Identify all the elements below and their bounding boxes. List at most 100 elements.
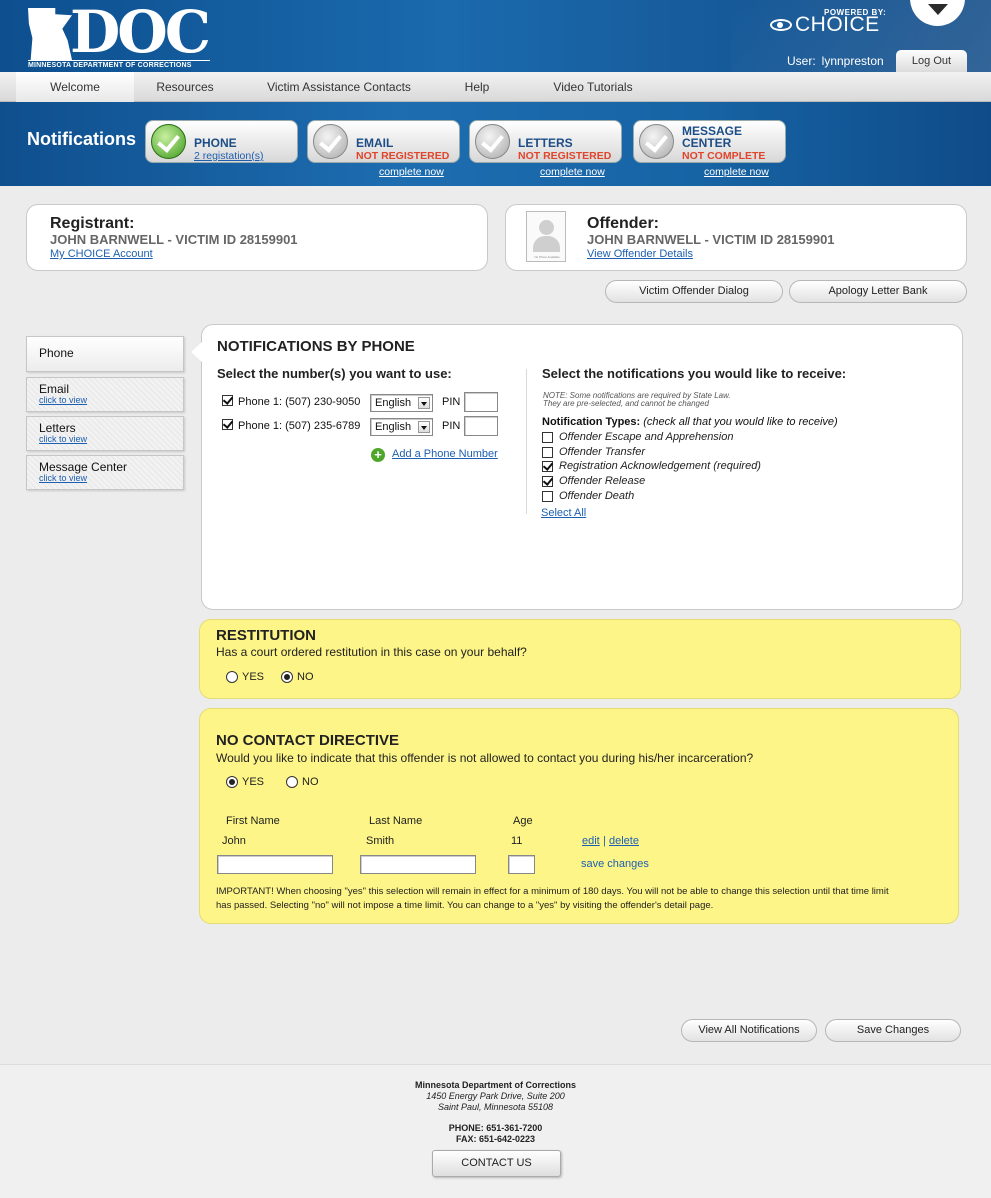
phone-1-label: Phone 1: (507) 230-9050 [238, 396, 361, 408]
step-letters[interactable]: LETTERS NOT REGISTERED [469, 120, 622, 163]
offender-photo: No Photo Available [526, 211, 566, 262]
main-nav: Welcome Resources Victim Assistance Cont… [0, 72, 991, 102]
registrant-card: Registrant: JOHN BARNWELL - VICTIM ID 28… [26, 204, 488, 271]
view-offender-details-link[interactable]: View Offender Details [587, 248, 693, 260]
col-first-name: First Name [226, 815, 280, 827]
restitution-yes-radio[interactable] [226, 671, 238, 683]
victim-offender-dialog-button[interactable]: Victim Offender Dialog [605, 280, 783, 303]
sidebar-item-phone[interactable]: Phone [26, 336, 184, 372]
no-contact-yes-radio[interactable] [226, 776, 238, 788]
phone-1-pin-input[interactable] [464, 392, 498, 412]
email-complete-now-link[interactable]: complete now [379, 166, 444, 178]
no-contact-yes-label: YES [242, 776, 265, 788]
step-message-center-label-line2: CENTER [682, 136, 732, 150]
nav-item-video-tutorials[interactable]: Video Tutorials [543, 72, 643, 102]
user-label: User: [787, 54, 816, 68]
language-value: English [375, 421, 412, 433]
notification-types-heading: Notification Types: (check all that you … [542, 416, 838, 428]
edit-link[interactable]: edit [582, 835, 600, 847]
sidebar-item-link[interactable]: click to view [39, 395, 87, 405]
phone-2-pin-label: PIN [442, 420, 461, 432]
select-all-link[interactable]: Select All [541, 507, 586, 519]
nav-item-welcome[interactable]: Welcome [16, 72, 134, 102]
col-age: Age [513, 815, 533, 827]
notifications-title: Notifications [27, 129, 137, 149]
notification-types-label: Notification Types: [542, 416, 641, 428]
footer-fax: FAX: 651-642-0223 [455, 1134, 536, 1144]
age-input[interactable] [508, 855, 535, 874]
restitution-yes-label: YES [242, 671, 265, 683]
notifications-bar: Notifications PHONE 2 registation(s) EMA… [0, 102, 991, 186]
row-last-name: Smith [366, 835, 395, 847]
delete-link[interactable]: delete [609, 835, 639, 847]
type-transfer-checkbox[interactable] [542, 447, 553, 458]
logout-button[interactable]: Log Out [896, 50, 967, 72]
apology-letter-bank-button[interactable]: Apology Letter Bank [789, 280, 967, 303]
message-center-complete-now-link[interactable]: complete now [704, 166, 769, 178]
restitution-title: RESTITUTION [216, 627, 316, 644]
row-age: 11 [511, 835, 523, 847]
type-escape-checkbox[interactable] [542, 432, 553, 443]
no-contact-no-radio[interactable] [286, 776, 298, 788]
first-name-input[interactable] [217, 855, 333, 874]
step-phone-registrations-link[interactable]: 2 registation(s) [194, 150, 263, 162]
phone-1-checkbox[interactable] [222, 395, 233, 406]
my-choice-account-link[interactable]: My CHOICE Account [50, 248, 153, 260]
view-all-notifications-button[interactable]: View All Notifications [681, 1019, 817, 1042]
type-death-checkbox[interactable] [542, 491, 553, 502]
check-incomplete-icon [475, 124, 510, 159]
add-icon[interactable]: + [371, 448, 385, 462]
no-contact-question: Would you like to indicate that this off… [216, 751, 754, 765]
step-email-status: NOT REGISTERED [356, 150, 450, 162]
user-name: lynnpreston [821, 54, 884, 68]
step-phone-label: PHONE [194, 136, 237, 150]
phone-2-language-select[interactable]: English [370, 418, 433, 436]
phone-1-language-select[interactable]: English [370, 394, 433, 412]
doc-logo[interactable]: DOC MINNESOTA DEPARTMENT OF CORRECTIONS [28, 0, 211, 69]
contact-us-button[interactable]: CONTACT US [432, 1150, 561, 1177]
notifications-heading: Select the notifications you would like … [542, 366, 847, 381]
numbers-heading: Select the number(s) you want to use: [217, 366, 452, 381]
step-message-center[interactable]: MESSAGE CENTER NOT COMPLETE [633, 120, 786, 163]
logo-subtitle: MINNESOTA DEPARTMENT OF CORRECTIONS [28, 60, 210, 69]
step-phone[interactable]: PHONE 2 registation(s) [145, 120, 298, 163]
sidebar-item-link[interactable]: click to view [39, 434, 87, 444]
type-registration-checkbox[interactable] [542, 461, 553, 472]
step-message-center-status: NOT COMPLETE [682, 150, 766, 162]
offender-name: JOHN BARNWELL - VICTIM ID 28159901 [587, 232, 835, 247]
step-email[interactable]: EMAIL NOT REGISTERED [307, 120, 460, 163]
person-placeholder-body [533, 236, 560, 252]
save-changes-link[interactable]: save changes [581, 858, 649, 870]
important-note-line1: IMPORTANT! When choosing "yes" this sele… [216, 886, 889, 897]
sidebar-item-letters[interactable]: Letters click to view [26, 416, 184, 451]
type-death-label: Offender Death [559, 490, 635, 502]
add-phone-number-link[interactable]: Add a Phone Number [392, 448, 498, 460]
sidebar-item-link[interactable]: click to view [39, 473, 87, 483]
nav-item-victim-assistance-contacts[interactable]: Victim Assistance Contacts [255, 72, 423, 102]
choice-logo: CHOICE [770, 13, 880, 36]
phone-2-pin-input[interactable] [464, 416, 498, 436]
language-value: English [375, 397, 412, 409]
nav-item-resources[interactable]: Resources [140, 72, 230, 102]
letters-complete-now-link[interactable]: complete now [540, 166, 605, 178]
person-placeholder-icon [539, 220, 554, 235]
restitution-no-radio[interactable] [281, 671, 293, 683]
registrant-label: Registrant: [50, 215, 135, 232]
footer-address-line2: Saint Paul, Minnesota 55108 [437, 1102, 554, 1112]
footer-org: Minnesota Department of Corrections [414, 1080, 577, 1090]
restitution-no-label: NO [297, 671, 314, 683]
phone-2-checkbox[interactable] [222, 419, 233, 430]
nav-item-help[interactable]: Help [450, 72, 504, 102]
no-contact-title: NO CONTACT DIRECTIVE [216, 732, 400, 749]
type-registration-label: Registration Acknowledgement (required) [559, 460, 761, 472]
footer-phone: PHONE: 651-361-7200 [448, 1123, 543, 1133]
type-transfer-label: Offender Transfer [559, 446, 645, 458]
select-arrow-icon [418, 397, 430, 409]
last-name-input[interactable] [360, 855, 476, 874]
sidebar-item-email[interactable]: Email click to view [26, 377, 184, 412]
logo-text: DOC [70, 0, 211, 66]
save-changes-button[interactable]: Save Changes [825, 1019, 961, 1042]
type-release-checkbox[interactable] [542, 476, 553, 487]
sidebar-item-message-center[interactable]: Message Center click to view [26, 455, 184, 490]
offender-label: Offender: [587, 215, 659, 232]
